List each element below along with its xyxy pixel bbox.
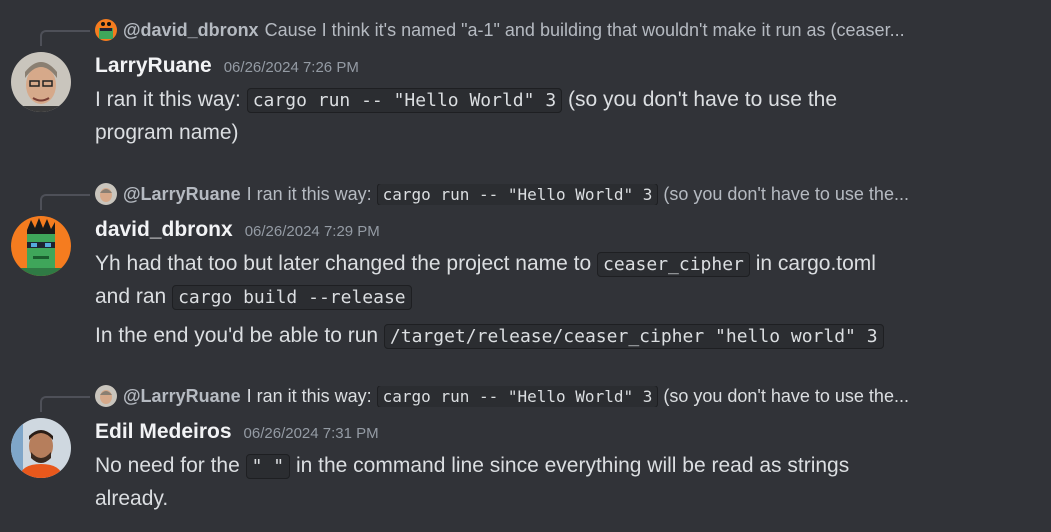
reply-inline-code: cargo run -- "Hello World" 3 xyxy=(376,385,659,407)
content-text: already. xyxy=(95,487,169,510)
inline-code: ceaser_cipher xyxy=(597,252,750,277)
reply-text-group: I ran it this way: cargo run -- "Hello W… xyxy=(246,183,909,205)
content-text: in cargo.toml xyxy=(749,252,876,275)
content-text: in the command line since everything wil… xyxy=(290,454,850,477)
avatar[interactable] xyxy=(11,418,71,478)
message-content-paragraph: In the end you'd be able to run /target/… xyxy=(95,320,995,353)
reply-avatar xyxy=(95,19,117,41)
avatar[interactable] xyxy=(11,52,71,112)
inline-code: cargo build --release xyxy=(172,285,412,310)
content-text: program name) xyxy=(95,121,239,144)
message-content: No need for the " " in the command line … xyxy=(95,450,995,515)
message-content: Yh had that too but later changed the pr… xyxy=(95,248,995,314)
reply-author[interactable]: @LarryRuane xyxy=(123,386,241,407)
reply-connector xyxy=(40,396,90,412)
content-text: In the end you'd be able to run xyxy=(95,324,384,347)
content-text: (so you don't have to use the xyxy=(562,88,838,111)
message-header: Edil Medeiros 06/26/2024 7:31 PM xyxy=(95,420,379,448)
reply-text: I ran it this way: xyxy=(246,183,377,204)
reply-preview[interactable]: @LarryRuane I ran it this way: cargo run… xyxy=(95,183,985,205)
username[interactable]: david_dbronx xyxy=(95,218,233,242)
message-content: I ran it this way: cargo run -- "Hello W… xyxy=(95,84,995,149)
content-text: I ran it this way: xyxy=(95,88,247,111)
content-text: Yh had that too but later changed the pr… xyxy=(95,252,598,275)
reply-text: Cause I think it's named "a-1" and build… xyxy=(264,19,905,40)
reply-connector xyxy=(40,30,90,46)
reply-preview[interactable]: @LarryRuane I ran it this way: cargo run… xyxy=(95,385,985,407)
reply-avatar xyxy=(95,183,117,205)
timestamp[interactable]: 06/26/2024 7:29 PM xyxy=(245,223,380,240)
reply-author[interactable]: @LarryRuane xyxy=(123,184,241,205)
username[interactable]: Edil Medeiros xyxy=(95,420,232,444)
content-text: and ran xyxy=(95,285,173,308)
reply-text: (so you don't have to use the... xyxy=(658,183,909,204)
inline-code: cargo run -- "Hello World" 3 xyxy=(246,88,563,113)
timestamp[interactable]: 06/26/2024 7:31 PM xyxy=(244,425,379,442)
avatar[interactable] xyxy=(11,216,71,276)
reply-preview[interactable]: @david_dbronx Cause I think it's named "… xyxy=(95,19,985,41)
message-header: david_dbronx 06/26/2024 7:29 PM xyxy=(95,218,380,246)
reply-text: I ran it this way: xyxy=(246,385,377,406)
username[interactable]: LarryRuane xyxy=(95,54,212,78)
reply-text: (so you don't have to use the... xyxy=(658,385,909,406)
inline-code: /target/release/ceaser_cipher "hello wor… xyxy=(383,324,884,349)
inline-code: " " xyxy=(245,454,291,479)
reply-author[interactable]: @david_dbronx xyxy=(123,20,259,41)
content-text: No need for the xyxy=(95,454,246,477)
reply-inline-code: cargo run -- "Hello World" 3 xyxy=(376,183,659,205)
timestamp[interactable]: 06/26/2024 7:26 PM xyxy=(224,59,359,76)
message-header: LarryRuane 06/26/2024 7:26 PM xyxy=(95,54,359,82)
reply-connector xyxy=(40,194,90,210)
reply-text-group: I ran it this way: cargo run -- "Hello W… xyxy=(246,385,909,407)
reply-avatar xyxy=(95,385,117,407)
